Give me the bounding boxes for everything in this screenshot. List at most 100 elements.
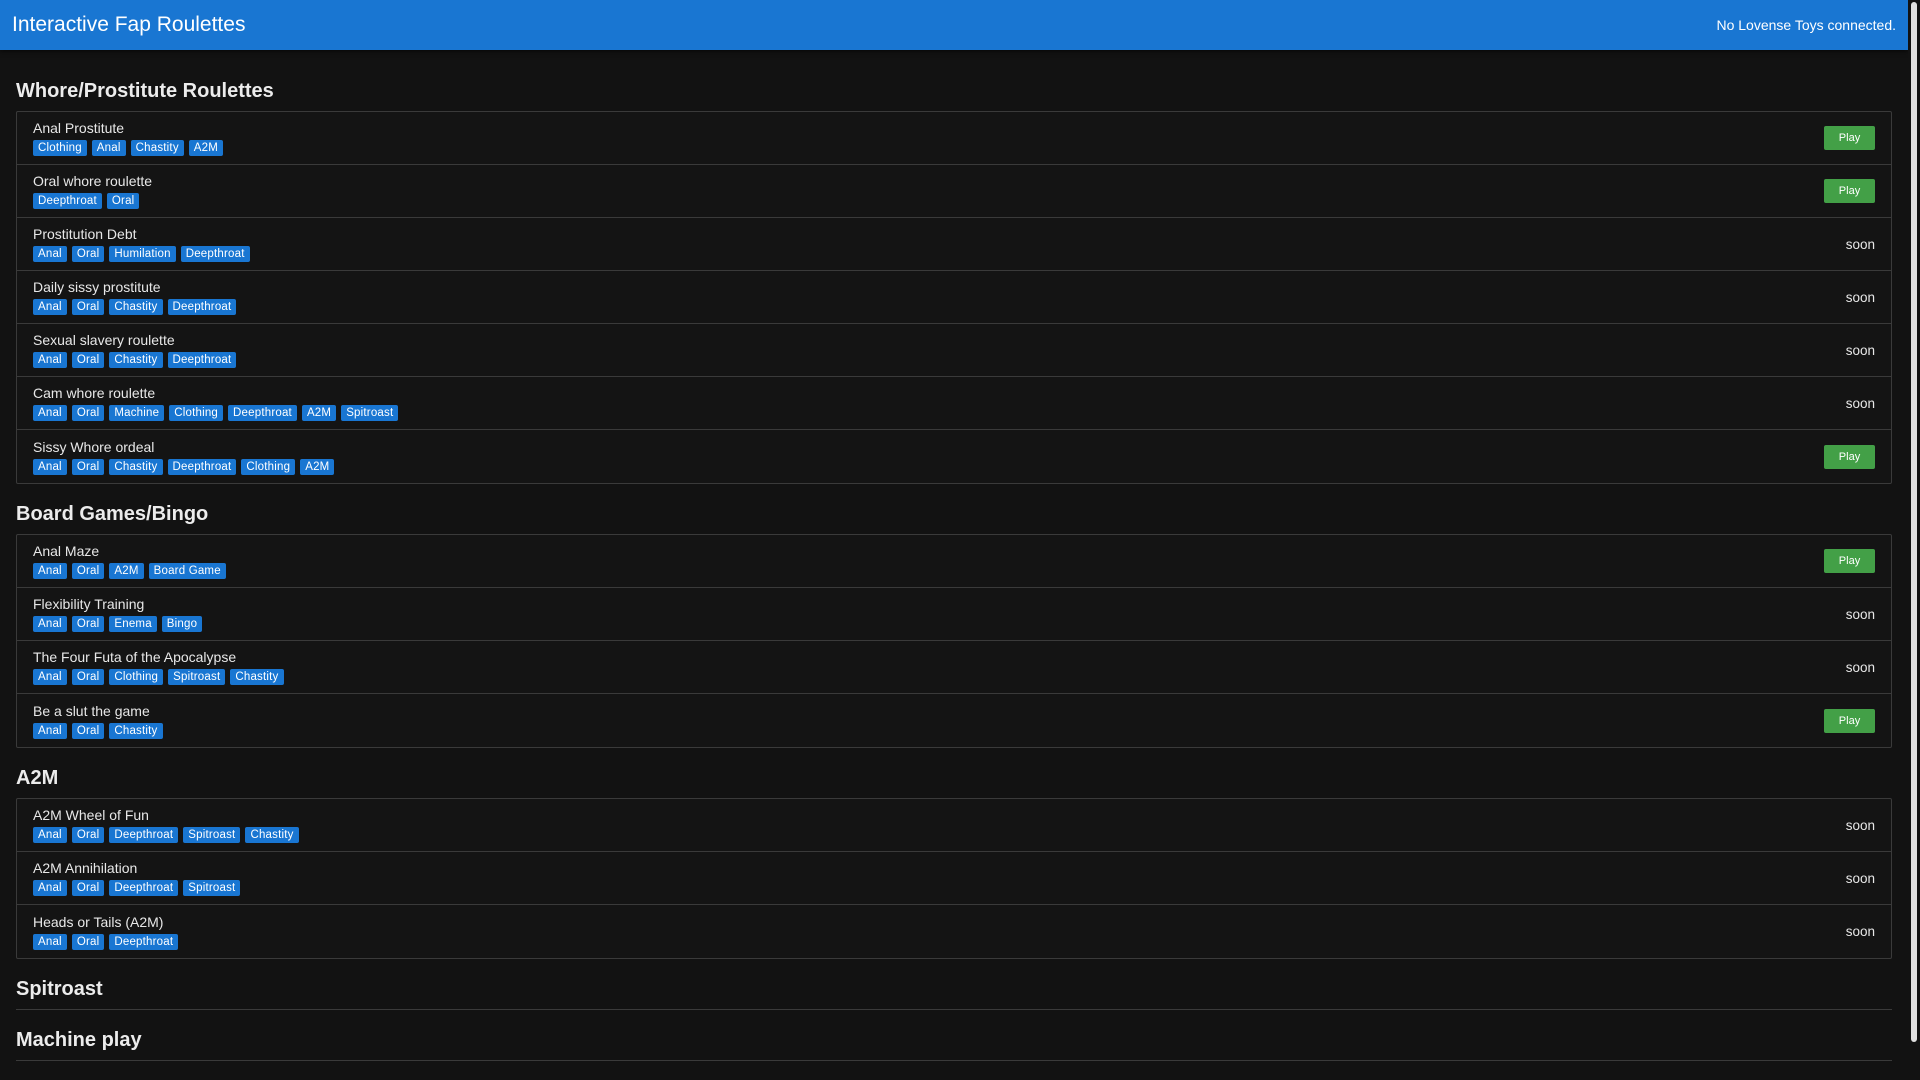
- tag-list: Anal Oral Clothing Spitroast Chastity: [33, 669, 284, 685]
- roulette-name: Anal Maze: [33, 543, 100, 559]
- section-title: Board Games/Bingo: [16, 503, 209, 525]
- roulette-row: Flexibility Training Anal Oral Enema Bingo so…: [17, 588, 1891, 641]
- tag-chip: Clothing: [33, 140, 87, 156]
- coming-soon-label: soon: [1845, 236, 1875, 252]
- tag-chip: Chastity: [230, 669, 284, 685]
- tag-chip: Deepthroat: [167, 458, 237, 475]
- tag-chip: Chastity: [109, 458, 163, 475]
- tag-chip: Bingo: [161, 616, 203, 632]
- tag-chip: Chastity: [245, 827, 299, 843]
- section-divider: [16, 1060, 1892, 1061]
- tag-chip: Clothing: [169, 405, 224, 421]
- roulette-row: The Four Futa of the Apocalypse Anal Oral C…: [17, 641, 1891, 694]
- roulette-row: Sexual slavery roulette Anal Oral Chastity D…: [17, 324, 1891, 377]
- roulette-name: Flexibility Training: [33, 596, 145, 612]
- tag-chip: Anal: [33, 933, 67, 950]
- roulette-row: Oral whore roulette Deepthroat Oral Play: [17, 165, 1891, 218]
- tag-chip: Anal: [33, 827, 67, 843]
- tag-chip: Anal: [33, 722, 67, 739]
- coming-soon-label: soon: [1845, 924, 1875, 939]
- roulette-info: Prostitution Debt Anal Oral Humilation Deept…: [33, 226, 250, 262]
- roulette-name: A2M Wheel of Fun: [33, 807, 149, 823]
- app-root: Interactive Fap Roulettes No Lovense Toy…: [0, 0, 1908, 1080]
- section-divider: [16, 1009, 1892, 1010]
- tag-list: Anal Oral Deepthroat Spitroast: [33, 880, 241, 896]
- tag-chip: Enema: [109, 616, 157, 632]
- play-button[interactable]: Play: [1824, 708, 1875, 733]
- coming-soon-label: soon: [1845, 659, 1875, 675]
- tag-chip: A2M: [188, 140, 224, 156]
- tag-chip: Spitroast: [183, 880, 241, 896]
- roulette-row: A2M Annihilation Anal Oral Deepthroat Spitro…: [17, 852, 1891, 905]
- roulette-row: Prostitution Debt Anal Oral Humilation Deept…: [17, 218, 1891, 271]
- play-button[interactable]: Play: [1824, 444, 1875, 469]
- scrollbar-thumb[interactable]: [1911, 2, 1917, 1042]
- roulette-name: Cam whore roulette: [33, 385, 156, 401]
- tag-list: Anal Oral Chastity Deepthroat Clothing A2M: [33, 458, 335, 475]
- tag-chip: Anal: [33, 669, 67, 685]
- tag-chip: Oral: [71, 616, 105, 632]
- coming-soon-label: soon: [1845, 606, 1875, 622]
- tag-chip: Anal: [33, 246, 67, 262]
- tag-chip: Spitroast: [341, 405, 399, 421]
- tag-chip: Deepthroat: [167, 299, 237, 315]
- tag-chip: Chastity: [130, 140, 184, 156]
- tag-chip: Anal: [33, 563, 67, 579]
- tag-chip: Deepthroat: [109, 827, 179, 843]
- tag-chip: Oral: [71, 722, 105, 739]
- roulette-info: Be a slut the game Anal Oral Chastity: [33, 703, 163, 739]
- tag-chip: Anal: [33, 616, 67, 632]
- roulette-row: Anal Prostitute Clothing Anal Chastity A2M Pl…: [17, 112, 1891, 165]
- tag-list: Anal Oral Deepthroat: [33, 933, 179, 950]
- tag-chip: Oral: [71, 405, 105, 421]
- roulette-info: Anal Prostitute Clothing Anal Chastity A2M: [33, 120, 224, 156]
- play-button[interactable]: Play: [1824, 126, 1875, 150]
- tag-list: Anal Oral Chastity Deepthroat: [33, 299, 237, 315]
- section-title: Machine play: [16, 1029, 142, 1051]
- tag-chip: Chastity: [109, 352, 163, 368]
- roulette-list: Whore/Prostitute Roulettes Anal Prostitut…: [0, 50, 1908, 1061]
- roulette-info: Flexibility Training Anal Oral Enema Bingo: [33, 596, 203, 632]
- coming-soon-label: soon: [1845, 289, 1875, 305]
- roulette-row: A2M Wheel of Fun Anal Oral Deepthroat Spitro…: [17, 799, 1891, 852]
- tag-chip: Chastity: [109, 299, 163, 315]
- roulette-name: Prostitution Debt: [33, 226, 137, 242]
- tag-list: Anal Oral Chastity: [33, 722, 163, 739]
- tag-chip: Oral: [71, 352, 105, 368]
- tag-chip: Oral: [71, 880, 105, 896]
- roulette-row: Heads or Tails (A2M) Anal Oral Deepthroat so…: [17, 905, 1891, 958]
- roulette-name: The Four Futa of the Apocalypse: [33, 649, 237, 665]
- roulette-info: Cam whore roulette Anal Oral Machine Clothin…: [33, 385, 399, 421]
- roulette-name: Sissy Whore ordeal: [33, 438, 155, 455]
- page-scrollbar[interactable]: [1908, 0, 1920, 1080]
- roulette-info: Daily sissy prostitute Anal Oral Chastity De…: [33, 279, 237, 315]
- tag-chip: Deepthroat: [167, 352, 237, 368]
- tag-chip: Anal: [33, 458, 67, 475]
- toy-connection-status: No Lovense Toys connected.: [1716, 17, 1896, 33]
- tag-list: Anal Oral Deepthroat Spitroast Chastity: [33, 827, 299, 843]
- roulette-info: Oral whore roulette Deepthroat Oral: [33, 173, 152, 209]
- roulette-name: Oral whore roulette: [33, 173, 153, 189]
- roulette-row: Sissy Whore ordeal Anal Oral Chastity Deepth…: [17, 430, 1891, 483]
- tag-chip: Oral: [71, 246, 105, 262]
- roulette-info: A2M Wheel of Fun Anal Oral Deepthroat Spitro…: [33, 807, 299, 843]
- tag-chip: A2M: [301, 405, 337, 421]
- section-list: Anal Prostitute Clothing Anal Chastity A2M Pl…: [16, 111, 1892, 484]
- tag-chip: Humilation: [109, 246, 176, 262]
- roulette-info: Anal Maze Anal Oral A2M Board Game: [33, 543, 226, 579]
- tag-list: Clothing Anal Chastity A2M: [33, 140, 224, 156]
- tag-chip: Deepthroat: [33, 193, 102, 209]
- roulette-info: Heads or Tails (A2M) Anal Oral Deepthroat: [33, 914, 179, 950]
- play-button[interactable]: Play: [1824, 549, 1875, 573]
- roulette-info: The Four Futa of the Apocalypse Anal Oral C…: [33, 649, 284, 685]
- tag-list: Anal Oral A2M Board Game: [33, 563, 226, 579]
- tag-chip: Chastity: [109, 722, 163, 739]
- tag-chip: Deepthroat: [109, 880, 179, 896]
- tag-chip: A2M: [109, 563, 144, 579]
- section-title: Whore/Prostitute Roulettes: [16, 80, 274, 102]
- roulette-row: Daily sissy prostitute Anal Oral Chastity De…: [17, 271, 1891, 324]
- play-button[interactable]: Play: [1824, 179, 1875, 203]
- roulette-info: Sissy Whore ordeal Anal Oral Chastity Deepth…: [33, 438, 335, 475]
- tag-chip: Oral: [71, 933, 105, 950]
- tag-list: Anal Oral Machine Clothing Deepthroat A2M Spit…: [33, 405, 399, 421]
